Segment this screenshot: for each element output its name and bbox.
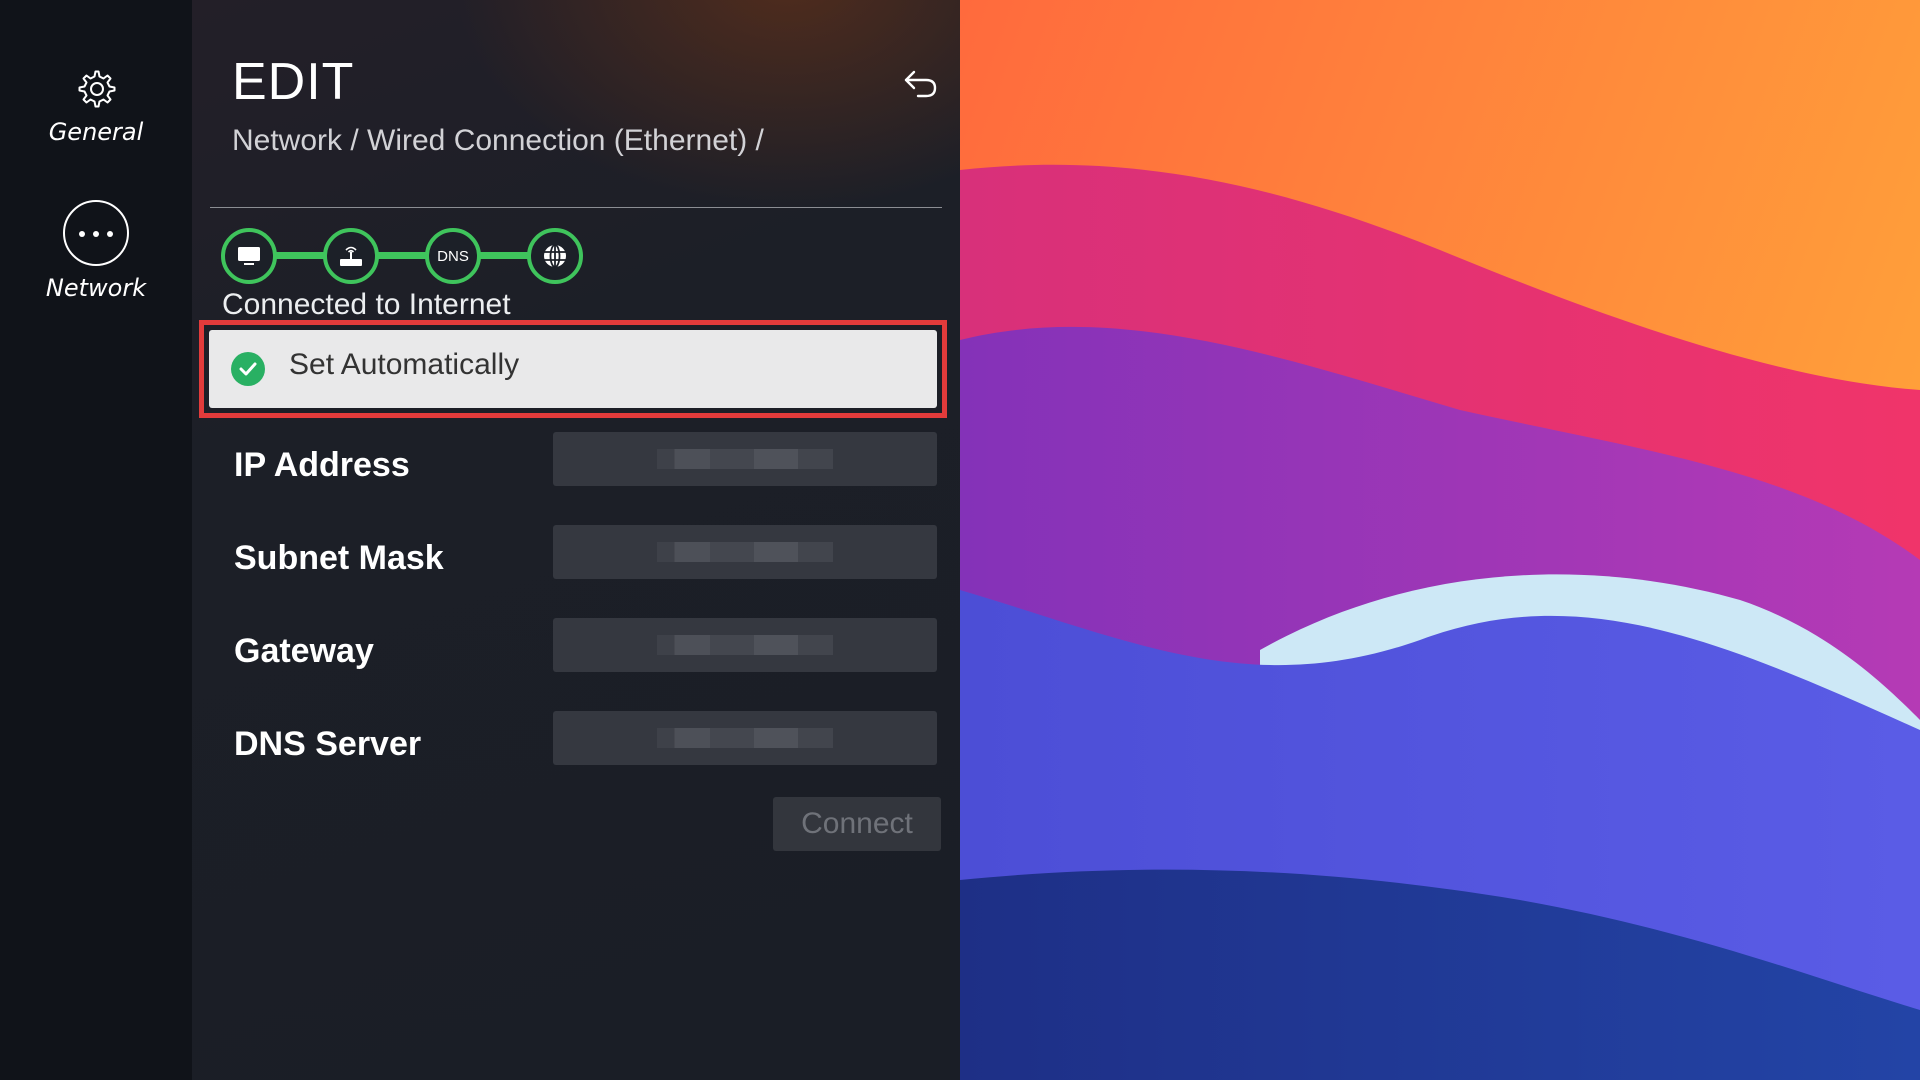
- router-icon: [323, 228, 379, 284]
- ip-address-label: IP Address: [234, 446, 410, 484]
- more-dots-icon: [63, 200, 129, 266]
- back-arrow-icon[interactable]: [902, 68, 938, 100]
- redacted-value: [657, 635, 833, 655]
- subnet-mask-label: Subnet Mask: [234, 539, 444, 577]
- tv-icon: [221, 228, 277, 284]
- connection-status-text: Connected to Internet: [222, 288, 511, 321]
- wallpaper-image: [960, 0, 1920, 1080]
- redacted-value: [657, 542, 833, 562]
- set-automatically-label: Set Automatically: [289, 348, 520, 381]
- edit-panel: EDIT Network / Wired Connection (Etherne…: [192, 0, 960, 1080]
- dns-icon: DNS: [425, 228, 481, 284]
- sidebar-item-network[interactable]: Network: [0, 170, 192, 310]
- redacted-value: [657, 728, 833, 748]
- redacted-value: [657, 449, 833, 469]
- sidebar-item-network-label: Network: [45, 274, 147, 302]
- chain-link: [273, 252, 325, 259]
- chain-link: [375, 252, 427, 259]
- chain-link: [477, 252, 529, 259]
- connect-button[interactable]: Connect: [773, 797, 941, 851]
- gear-icon: [78, 70, 116, 108]
- sidebar-item-general[interactable]: General: [0, 0, 192, 170]
- set-automatically-checkbox[interactable]: Set Automatically: [209, 330, 937, 408]
- dns-server-label: DNS Server: [234, 725, 422, 763]
- subnet-mask-field[interactable]: [553, 525, 937, 579]
- panel-background-glow: [452, 0, 960, 210]
- gateway-field[interactable]: [553, 618, 937, 672]
- connection-status-chain: DNS: [221, 228, 591, 284]
- settings-sidebar: General Network: [0, 0, 192, 1080]
- page-title: EDIT: [232, 53, 355, 111]
- dns-server-field[interactable]: [553, 711, 937, 765]
- sidebar-item-general-label: General: [48, 118, 144, 146]
- breadcrumb: Network / Wired Connection (Ethernet) /: [232, 124, 764, 157]
- gateway-label: Gateway: [234, 632, 374, 670]
- dns-node-label: DNS: [437, 247, 469, 265]
- globe-icon: [527, 228, 583, 284]
- ip-address-field[interactable]: [553, 432, 937, 486]
- header-divider: [210, 207, 942, 208]
- checkmark-icon: [231, 352, 265, 386]
